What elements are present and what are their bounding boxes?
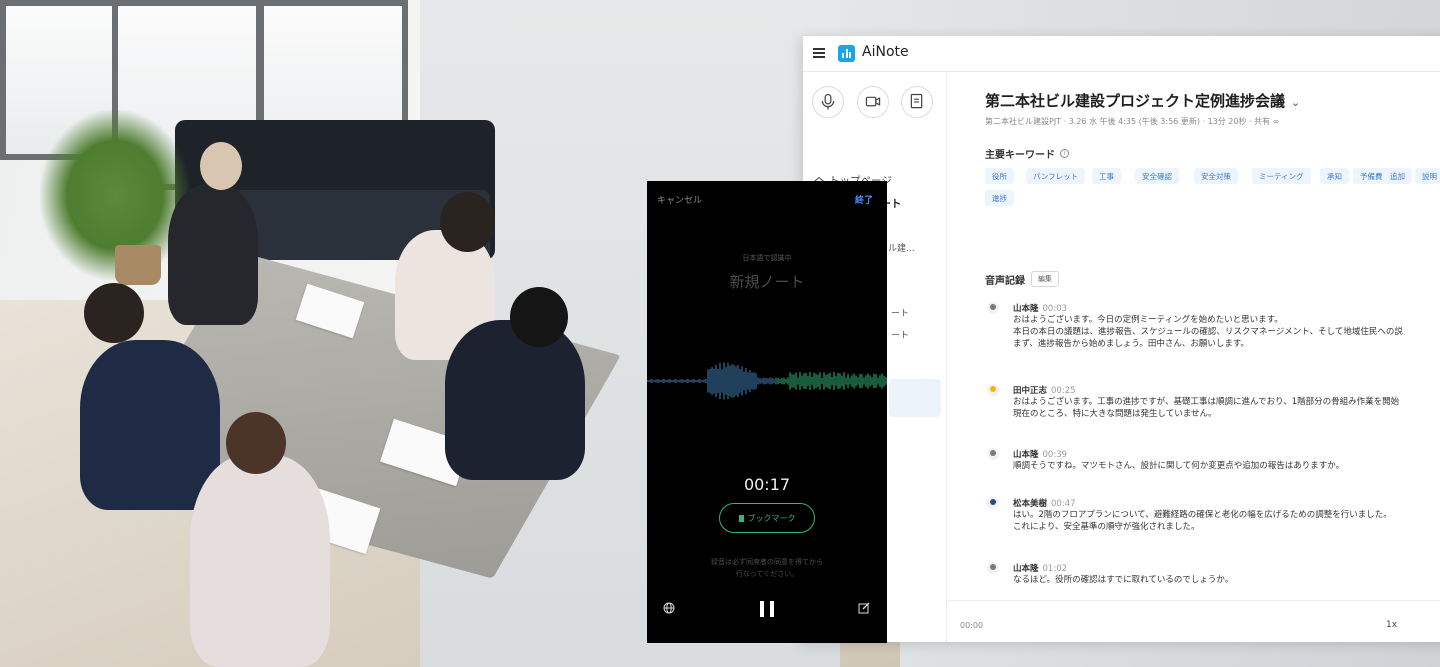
keyword-tag[interactable]: 追加 xyxy=(1383,168,1412,184)
note-title-row[interactable]: 第二本社ビル建設プロジェクト定例進捗会議 ⌄ xyxy=(985,90,1300,111)
video-icon[interactable] xyxy=(857,86,889,118)
transcript-line: 順調そうですね。マツモトさん、設計に関して何か変更点や追加の報告はありますか。 xyxy=(1013,461,1345,471)
person-head xyxy=(84,283,144,343)
person xyxy=(168,185,258,325)
keyword-tag[interactable]: パンフレット xyxy=(1026,168,1086,184)
note-title: 第二本社ビル建設プロジェクト定例進捗会議 xyxy=(985,92,1286,110)
phone-topbar: キャンセル 終了 xyxy=(657,193,873,207)
info-icon[interactable]: i xyxy=(1060,149,1069,158)
note-content: 第二本社ビル建設プロジェクト定例進捗会議 ⌄ 第二本社ビル建設PJT · 3.26… xyxy=(947,72,1440,642)
keyword-tag[interactable]: 役所 xyxy=(985,168,1014,184)
keyword-tag[interactable]: 進捗 xyxy=(985,190,1014,206)
app-name: AiNote xyxy=(862,44,909,60)
microphone-icon[interactable] xyxy=(812,86,844,118)
phone-recorder: キャンセル 終了 日本語で認識中 新規ノート 00:17 ブックマーク 録音は必… xyxy=(647,181,887,643)
avatar xyxy=(987,384,999,396)
recognition-status: 日本語で認識中 xyxy=(742,254,792,262)
person-head xyxy=(200,142,242,190)
chevron-down-icon[interactable]: ⌄ xyxy=(1291,96,1300,109)
playback-time: 00:00 xyxy=(960,621,984,630)
consent-notice: 録音は必ず同席者の同意を得てから 行なってください。 xyxy=(647,556,887,580)
person-head xyxy=(440,192,495,252)
bookmark-icon xyxy=(738,514,744,522)
keywords-heading-label: 主要キーワード xyxy=(985,150,1055,161)
sidebar-item-project[interactable]: ル建... xyxy=(888,241,915,254)
transcript-line: おはようございます。工事の進捗ですが、基礎工事は順調に進んでおり、1階部分の骨組… xyxy=(1013,397,1400,407)
person xyxy=(80,340,220,510)
elapsed-time: 00:17 xyxy=(743,475,791,494)
edit-icon[interactable] xyxy=(858,602,870,614)
plant-pot xyxy=(115,245,161,285)
person-head xyxy=(510,287,568,347)
keyword-tags: 役所 パンフレット 工事 安全確認 安全対策 ミーティング 承知 予備費 追加 説明 進捗 xyxy=(985,168,1440,220)
record-heading: 音声記録 編集 xyxy=(985,271,1059,287)
ainote-window: AiNote トップページ すべてのノート ル建... ート ート 第二本社ビル… xyxy=(803,36,1440,642)
record-heading-label: 音声記録 xyxy=(985,275,1025,287)
transcript-line: まず、進捗報告から始めましょう。田中さん、お願いします。 xyxy=(1013,339,1250,349)
person-head xyxy=(226,412,286,474)
keyword-tag[interactable]: 工事 xyxy=(1092,168,1121,184)
transcript-line: 本日の本日の議題は、進捗報告、スケジュールの確認、リスクマネージメント、そして地… xyxy=(1013,327,1403,337)
person xyxy=(190,455,330,667)
keyword-tag[interactable]: 安全確認 xyxy=(1135,168,1179,184)
edit-button[interactable]: 編集 xyxy=(1031,271,1059,287)
ainote-logo-icon xyxy=(838,45,855,62)
sidebar-item[interactable]: ート xyxy=(891,328,909,341)
bookmark-button[interactable]: ブックマーク xyxy=(719,503,815,533)
sidebar-item[interactable]: ート xyxy=(891,306,909,319)
document-icon[interactable] xyxy=(901,86,933,118)
keyword-tag[interactable]: 説明 xyxy=(1415,168,1440,184)
sidebar-selected-item[interactable] xyxy=(889,379,941,417)
pause-icon[interactable] xyxy=(760,601,775,617)
transcript-line: おはようございます。今日の定例ミーティングを始めたいと思います。 xyxy=(1013,315,1283,325)
player-bar: 00:00 1x xyxy=(947,600,1440,642)
transcript-line: なるほど。役所の確認はすでに取れているのでしょうか。 xyxy=(1013,575,1234,585)
app-header: AiNote xyxy=(803,36,1440,72)
note-title: 新規ノート xyxy=(729,273,805,291)
avatar xyxy=(987,448,999,460)
avatar xyxy=(987,302,999,314)
audio-waveform xyxy=(647,362,887,400)
person xyxy=(445,320,585,480)
done-button[interactable]: 終了 xyxy=(855,193,873,206)
menu-icon[interactable] xyxy=(813,47,825,59)
avatar xyxy=(987,562,999,574)
keyword-tag[interactable]: 承知 xyxy=(1320,168,1349,184)
transcript-line: はい。2階のフロアプランについて、避難経路の確保と老化の幅を広げるための調整を行… xyxy=(1013,510,1392,520)
keyword-tag[interactable]: 安全対策 xyxy=(1194,168,1238,184)
bookmark-label: ブックマーク xyxy=(747,513,796,523)
transcript-line: 現在のところ、特に大きな問題は発生していません。 xyxy=(1013,409,1217,419)
consent-notice-line: 行なってください。 xyxy=(735,570,799,578)
keywords-heading: 主要キーワード i xyxy=(985,146,1069,161)
avatar xyxy=(987,497,999,509)
cancel-button[interactable]: キャンセル xyxy=(657,193,702,206)
globe-icon[interactable] xyxy=(663,602,675,614)
transcript-line: これにより、安全基準の順守が強化されました。 xyxy=(1013,522,1200,532)
note-meta: 第二本社ビル建設PJT · 3.26 水 午後 4:35 (午後 3:56 更新… xyxy=(985,117,1280,126)
keyword-tag[interactable]: ミーティング xyxy=(1252,168,1311,184)
consent-notice-line: 録音は必ず同席者の同意を得てから xyxy=(711,558,823,566)
playback-speed-button[interactable]: 1x xyxy=(1386,620,1397,630)
